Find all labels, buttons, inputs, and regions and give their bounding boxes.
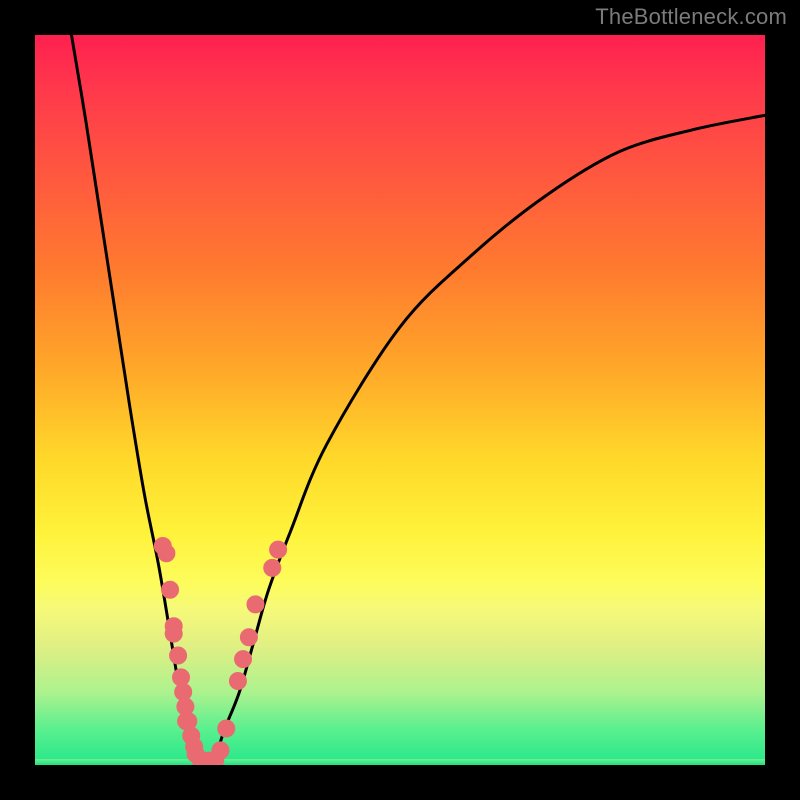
- data-point-marker: [180, 713, 197, 730]
- data-point-marker: [270, 541, 287, 558]
- data-point-marker: [158, 545, 175, 562]
- data-point-marker: [247, 596, 264, 613]
- data-point-marker: [229, 673, 246, 690]
- data-point-marker: [212, 742, 229, 759]
- data-point-marker: [264, 559, 281, 576]
- plot-area: [35, 35, 765, 765]
- chart-frame: TheBottleneck.com: [0, 0, 800, 800]
- data-point-marker: [235, 651, 252, 668]
- data-point-marker: [218, 720, 235, 737]
- data-point-marker: [170, 647, 187, 664]
- bottleneck-curve-svg: [35, 35, 765, 765]
- data-point-marker: [165, 625, 182, 642]
- data-point-marker: [162, 581, 179, 598]
- watermark-text: TheBottleneck.com: [595, 4, 787, 30]
- data-point-marker: [240, 629, 257, 646]
